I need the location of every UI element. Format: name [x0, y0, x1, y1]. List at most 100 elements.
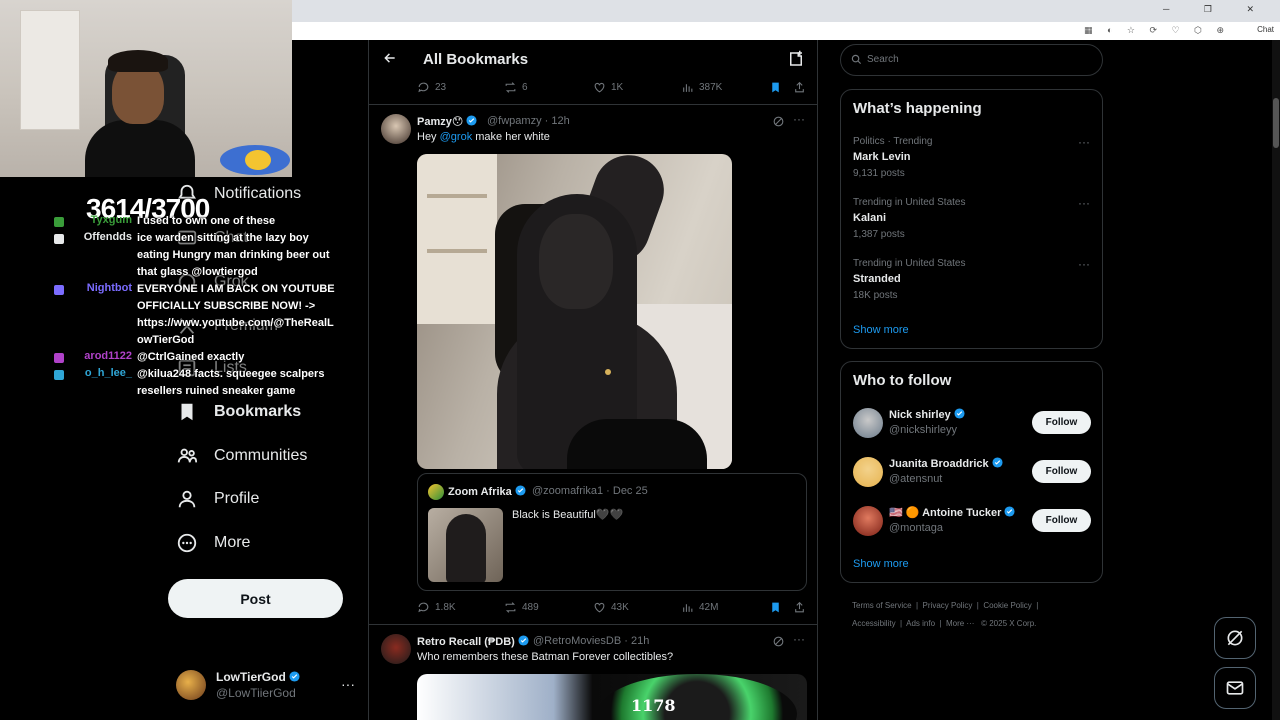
tweet-meta: @RetroMoviesDB · 21h: [533, 635, 650, 647]
window-controls[interactable]: ─ ❐ ✕: [1163, 4, 1270, 15]
nav-label: Profile: [214, 490, 260, 507]
post-button[interactable]: Post: [168, 579, 343, 618]
like-button[interactable]: 1K: [593, 81, 623, 94]
tweet-author-name[interactable]: Pamzy😯: [417, 115, 477, 128]
bookmark-icon: [181, 403, 193, 421]
communities-icon: [177, 448, 198, 463]
trend-more-icon[interactable]: ···: [1078, 196, 1090, 210]
follow-button[interactable]: Follow: [1032, 509, 1091, 532]
footer-link[interactable]: Ads info: [906, 619, 935, 628]
bookmarks-timeline: All Bookmarks 23 6 1K 387K Pamzy😯 @fwpam…: [368, 40, 818, 720]
footer-link[interactable]: Privacy Policy: [923, 601, 973, 610]
chat-badge-icon: [54, 217, 64, 227]
share-icon: [795, 601, 804, 613]
footer-link[interactable]: More ···: [946, 619, 974, 628]
reply-button[interactable]: 1.8K: [417, 601, 456, 614]
show-more-link[interactable]: Show more: [853, 324, 909, 336]
tweet-time[interactable]: 21h: [631, 635, 649, 647]
chat-badge-icon: [54, 285, 64, 295]
page-title: All Bookmarks: [423, 51, 529, 68]
tweet-actions: 23 6 1K 387K: [417, 81, 807, 97]
tweet-text: Who remembers these Batman Forever colle…: [417, 651, 674, 663]
avatar[interactable]: [853, 457, 883, 487]
bookmark-button[interactable]: [769, 81, 782, 94]
grok-explain-icon[interactable]: [772, 115, 785, 128]
tweet-author-name[interactable]: Retro Recall (₱DB): [417, 635, 529, 648]
left-navigation: Notifications Chat Grok Premium Lists 36…: [0, 177, 368, 720]
bookmark-button[interactable]: [769, 601, 782, 614]
verified-icon: [992, 457, 1003, 468]
tweet-meta: @fwpamzy · 12h: [487, 115, 570, 127]
bookmark-filled-icon: [772, 82, 779, 93]
grok-fab-button[interactable]: [1214, 617, 1256, 659]
nav-profile[interactable]: Profile: [176, 488, 259, 510]
share-icon: [795, 81, 804, 93]
messages-fab-button[interactable]: [1214, 667, 1256, 709]
trend-category: Trending in United States: [853, 258, 966, 269]
search-icon: [851, 54, 862, 65]
search-input[interactable]: Search: [840, 44, 1103, 76]
share-button[interactable]: [793, 81, 806, 94]
share-button[interactable]: [793, 601, 806, 614]
browser-chat-button[interactable]: Chat: [1257, 25, 1274, 34]
repost-button[interactable]: 489: [504, 601, 539, 614]
verified-icon: [954, 408, 965, 419]
avatar[interactable]: [853, 506, 883, 536]
account-switcher[interactable]: LowTierGod @LowTiierGod ···: [176, 670, 361, 704]
nav-communities[interactable]: Communities: [176, 445, 307, 467]
trend-category: Trending in United States: [853, 197, 966, 208]
quoted-tweet[interactable]: Zoom Afrika @zoomafrika1 · Dec 25 Black …: [417, 473, 807, 591]
footer-link[interactable]: Cookie Policy: [983, 601, 1031, 610]
avatar[interactable]: [381, 114, 411, 144]
add-folder-icon[interactable]: [787, 50, 805, 68]
extension-icons[interactable]: ▦ ◐ ☆ ⟳ ♡ ⬡ ⊕: [1084, 25, 1230, 36]
chat-message: ice warden sitting at the lazy boy: [137, 232, 309, 244]
timeline-header: All Bookmarks: [369, 40, 817, 80]
chat-message: OFFICIALLY SUBSCRIBE NOW! ->: [137, 300, 316, 312]
grok-explain-icon[interactable]: [772, 635, 785, 648]
heart-icon: [594, 82, 605, 93]
account-handle: @LowTiierGod: [216, 686, 296, 700]
tweet-handle[interactable]: @RetroMoviesDB: [533, 635, 621, 647]
tweet-more-icon[interactable]: ···: [793, 632, 805, 646]
mention-link[interactable]: @grok: [440, 131, 473, 143]
chat-message: owTierGod: [137, 334, 195, 346]
footer-link[interactable]: Terms of Service: [852, 601, 912, 610]
verified-icon: [289, 671, 300, 682]
search-placeholder: Search: [867, 54, 899, 65]
tweet-time[interactable]: 12h: [551, 115, 569, 127]
avatar[interactable]: [853, 408, 883, 438]
trend-more-icon[interactable]: ···: [1078, 257, 1090, 271]
trend-more-icon[interactable]: ···: [1078, 135, 1090, 149]
page-scrollbar[interactable]: [1272, 40, 1280, 720]
back-arrow-icon[interactable]: [383, 51, 397, 65]
tweet-photo[interactable]: [417, 154, 732, 469]
views-button[interactable]: 387K: [681, 81, 722, 94]
tweet-handle[interactable]: @fwpamzy: [487, 115, 542, 127]
tweet-photo[interactable]: 1178: [417, 674, 807, 720]
chat-message: I used to own one of these: [137, 215, 276, 227]
repost-button[interactable]: 6: [504, 81, 528, 94]
views-button[interactable]: 42M: [681, 601, 718, 614]
footer-link[interactable]: Accessibility: [852, 619, 896, 628]
show-more-link[interactable]: Show more: [853, 558, 909, 570]
follow-button[interactable]: Follow: [1032, 460, 1091, 483]
tweet-more-icon[interactable]: ···: [793, 112, 805, 126]
follow-button[interactable]: Follow: [1032, 411, 1091, 434]
like-button[interactable]: 43K: [593, 601, 629, 614]
chat-message: @kilua248 facts. squeegee scalpers: [137, 368, 325, 380]
nav-more[interactable]: More: [176, 532, 250, 554]
chat-message: https://www.youtube.com/@TheRealL: [137, 317, 334, 329]
chat-message: @CtrlGained exactly: [137, 351, 245, 363]
quote-meta: @zoomafrika1 · Dec 25: [532, 485, 648, 497]
chat-badge-icon: [54, 234, 64, 244]
nav-bookmarks[interactable]: Bookmarks: [176, 401, 301, 423]
reply-icon: [418, 82, 429, 93]
account-more-icon[interactable]: ···: [341, 676, 355, 692]
suggestion-name: Nick shirley: [889, 408, 965, 421]
grok-icon: [1227, 630, 1243, 646]
avatar[interactable]: [381, 634, 411, 664]
trend-name: Mark Levin: [853, 151, 911, 163]
nav-label: Communities: [214, 447, 308, 464]
reply-button[interactable]: 23: [417, 81, 446, 94]
